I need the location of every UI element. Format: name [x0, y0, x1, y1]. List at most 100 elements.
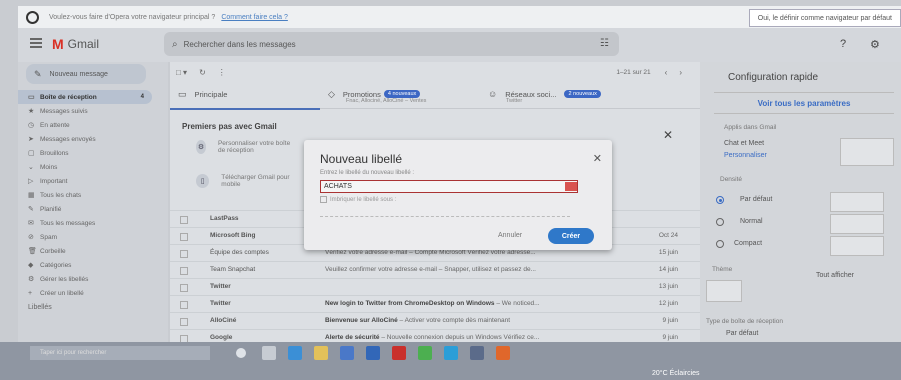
row-checkbox[interactable]: [180, 216, 188, 224]
set-default-button[interactable]: Oui, le définir comme navigateur par déf…: [748, 9, 901, 27]
density-normal-preview[interactable]: [830, 214, 884, 234]
chrome-icon[interactable]: [418, 346, 432, 360]
cancel-button[interactable]: Annuler: [498, 232, 522, 239]
browser-notice-bar: Voulez-vous faire d'Opera votre navigate…: [18, 6, 901, 28]
density-default-label: Par défaut: [740, 196, 773, 203]
sidebar-item-create-label[interactable]: + Créer un libellé: [18, 286, 168, 300]
sidebar-item-spam[interactable]: ⊘ Spam: [18, 230, 168, 244]
theme-thumbnail[interactable]: [706, 280, 742, 302]
label-name-input[interactable]: ACHATS: [320, 180, 578, 193]
app-icon-grey[interactable]: [470, 346, 484, 360]
app-icon-orange[interactable]: [496, 346, 510, 360]
sidebar: ✎ Nouveau message ▭ Boîte de réception 4 ★…: [18, 62, 168, 342]
gear-icon[interactable]: ⚙: [870, 38, 880, 51]
close-icon[interactable]: ✕: [663, 128, 673, 142]
notice-link[interactable]: Comment faire cela ?: [221, 14, 288, 21]
taskbar-search[interactable]: Taper ici pour rechercher: [30, 346, 210, 360]
quick-settings-title: Configuration rapide: [728, 72, 819, 83]
density-compact-preview[interactable]: [830, 236, 884, 256]
task-view-icon[interactable]: [262, 346, 276, 360]
more-icon[interactable]: ⋮: [218, 68, 226, 77]
search-icon[interactable]: ⌕: [172, 39, 178, 50]
opera-icon: [26, 10, 39, 24]
table-row[interactable]: AlloCiné Bienvenue sur AlloCiné – Activer…: [170, 312, 700, 329]
clock-icon: ◷: [28, 122, 35, 129]
table-row[interactable]: Team Snapchat Veuillez confirmer votre ad…: [170, 261, 700, 278]
card-customize-inbox[interactable]: ⚙ Personnaliser votre boîte de réception: [196, 140, 296, 154]
help-icon[interactable]: ?: [840, 38, 846, 50]
parent-label-select[interactable]: [320, 208, 570, 217]
sidebar-item-inbox[interactable]: ▭ Boîte de réception 4: [18, 90, 152, 104]
density-default-radio[interactable]: [716, 196, 724, 204]
sidebar-item-snoozed[interactable]: ◷ En attente: [18, 118, 168, 132]
sidebar-item-sent[interactable]: ➤ Messages envoyés: [18, 132, 168, 146]
nest-label-checkbox[interactable]: Imbriquer le libellé sous :: [320, 196, 396, 203]
row-checkbox[interactable]: [180, 301, 188, 309]
customize-apps-link[interactable]: Personnaliser: [724, 152, 767, 159]
theme-show-all-link[interactable]: Tout afficher: [816, 272, 854, 279]
sidebar-item-important[interactable]: ▷ Important: [18, 174, 168, 188]
density-default-preview[interactable]: [830, 192, 884, 212]
sidebar-item-all-mail[interactable]: ✉ Tous les messages: [18, 216, 168, 230]
send-icon: ➤: [28, 136, 34, 143]
menu-icon[interactable]: [30, 38, 42, 48]
quick-settings-panel: Configuration rapide Voir tous les param…: [700, 62, 901, 342]
prev-page-icon[interactable]: ‹: [665, 68, 668, 77]
notice-text: Voulez-vous faire d'Opera votre navigate…: [49, 13, 216, 21]
sidebar-nav: ▭ Boîte de réception 4 ★ Messages suivis ◷ E…: [18, 90, 168, 311]
pencil-icon: ✎: [34, 68, 42, 79]
draft-icon: ▢: [28, 150, 35, 157]
cortana-icon[interactable]: [236, 348, 246, 358]
getting-started-title: Premiers pas avec Gmail: [182, 122, 277, 131]
sidebar-item-trash[interactable]: 🗑 Corbeille: [18, 244, 168, 258]
scheduled-icon: ✎: [28, 206, 34, 213]
row-checkbox[interactable]: [180, 233, 188, 241]
file-explorer-icon[interactable]: [314, 346, 328, 360]
search-input[interactable]: Rechercher dans les messages: [184, 40, 296, 49]
mail-app-icon[interactable]: [366, 346, 380, 360]
row-checkbox[interactable]: [180, 318, 188, 326]
search-options-icon[interactable]: ☷: [600, 38, 609, 49]
star-icon: ★: [28, 108, 35, 115]
gmail-logo[interactable]: M Gmail: [52, 36, 99, 52]
dialog-close-icon[interactable]: ✕: [593, 152, 602, 165]
app-icon-blue[interactable]: [444, 346, 458, 360]
edge-icon[interactable]: [288, 346, 302, 360]
table-row[interactable]: Twitter 13 juin: [170, 278, 700, 295]
inbox-type-default[interactable]: Par défaut: [726, 330, 758, 337]
create-button[interactable]: Créer: [548, 228, 594, 244]
row-checkbox[interactable]: [180, 267, 188, 275]
table-row[interactable]: Twitter New login to Twitter from ChromeD…: [170, 295, 700, 312]
store-icon[interactable]: [340, 346, 354, 360]
weather-widget[interactable]: 20°C Éclaircies: [652, 370, 700, 377]
density-compact-radio[interactable]: [716, 240, 724, 248]
inbox-icon: ▭: [28, 94, 35, 101]
compose-button[interactable]: ✎ Nouveau message: [26, 64, 146, 84]
tab-primary[interactable]: ▭ Principale: [170, 80, 320, 110]
row-checkbox[interactable]: [180, 284, 188, 292]
inbox-tab-icon: ▭: [178, 88, 187, 99]
trash-icon: 🗑: [28, 248, 37, 255]
sidebar-item-manage-labels[interactable]: ⚙ Gérer les libellés: [18, 272, 168, 286]
inbox-count: 4: [140, 94, 144, 100]
category-icon: ◆: [28, 262, 34, 269]
promotions-preview: Fnac, Allociné, AlloCiné – Ventes: [346, 98, 427, 104]
opera-taskbar-icon[interactable]: [392, 346, 406, 360]
next-page-icon[interactable]: ›: [679, 68, 682, 77]
select-all-checkbox[interactable]: □ ▾: [176, 68, 187, 77]
refresh-icon[interactable]: ↻: [199, 68, 206, 77]
all-settings-button[interactable]: Voir tous les paramètres: [714, 92, 894, 114]
row-checkbox[interactable]: [180, 250, 188, 258]
sidebar-item-scheduled[interactable]: ✎ Planifié: [18, 202, 168, 216]
card-download-mobile[interactable]: ▯ Télécharger Gmail pour mobile: [196, 174, 306, 188]
sidebar-item-drafts[interactable]: ▢ Brouillons: [18, 146, 168, 160]
sidebar-item-categories[interactable]: ◆ Catégories: [18, 258, 168, 272]
tab-promotions[interactable]: ◇ Promotions 4 nouveaux Fnac, Allociné, …: [320, 80, 480, 108]
sidebar-item-chats[interactable]: ▦ Tous les chats: [18, 188, 168, 202]
taskbar: Taper ici pour rechercher 20°C Éclaircie…: [0, 342, 901, 380]
sidebar-item-less[interactable]: ⌄ Moins: [18, 160, 168, 174]
search-bar[interactable]: ⌕ Rechercher dans les messages ☷: [164, 32, 619, 56]
tab-social[interactable]: ☺ Réseaux soci... 2 nouveaux Twitter: [480, 80, 640, 108]
density-normal-radio[interactable]: [716, 218, 724, 226]
sidebar-item-starred[interactable]: ★ Messages suivis: [18, 104, 168, 118]
